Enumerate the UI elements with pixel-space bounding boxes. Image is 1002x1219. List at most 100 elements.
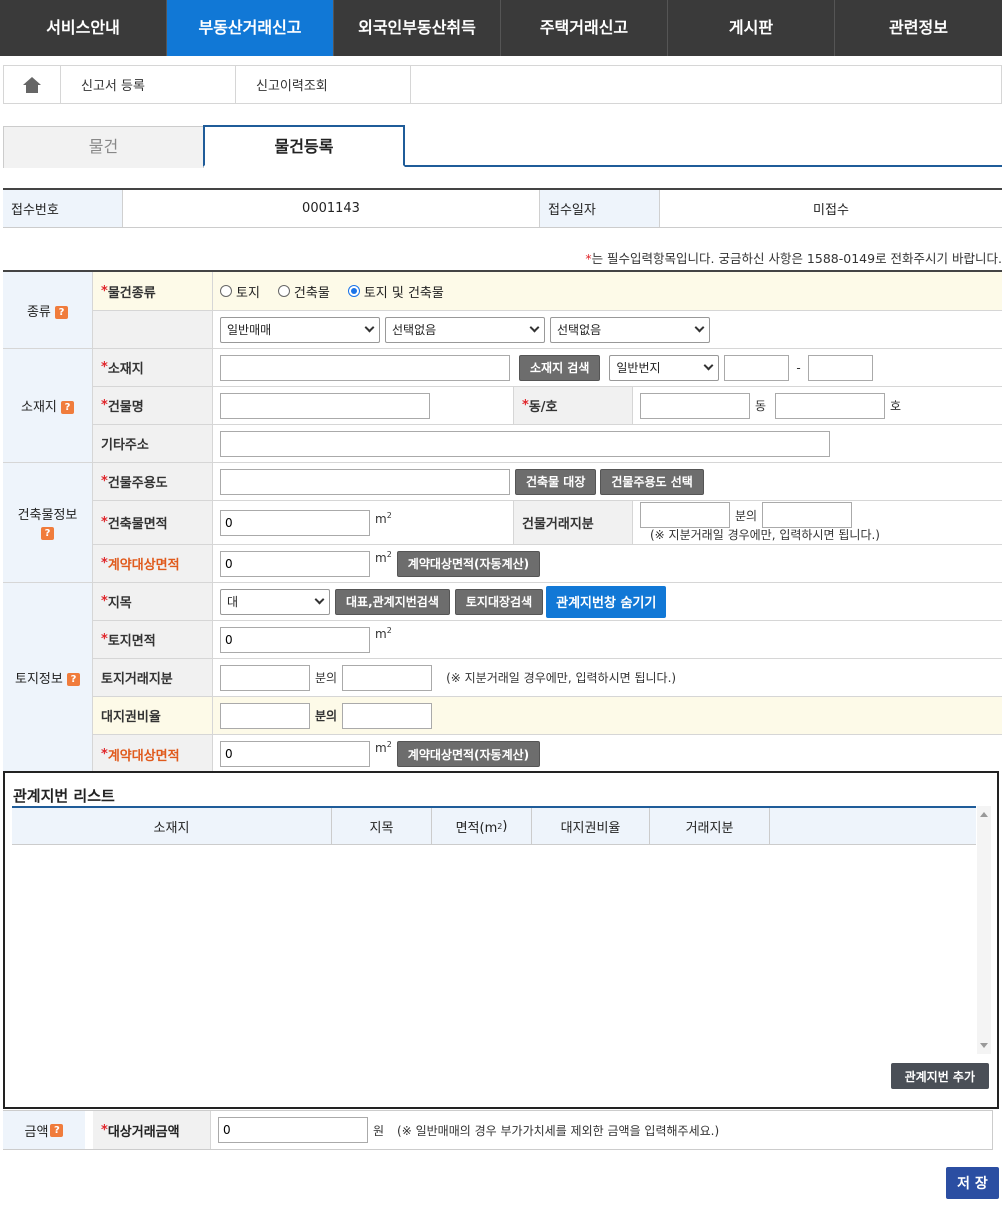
dong-input[interactable] [640, 392, 750, 419]
building-name-label: * 건물명 [93, 387, 213, 424]
trade-type-cell: 일반매매 선택없음 선택없음 [213, 311, 1002, 348]
help-icon[interactable]: ? [55, 305, 69, 319]
land-area-input[interactable] [220, 626, 370, 653]
row-land-area: *토지면적 m2 [93, 621, 1002, 659]
ho-input[interactable] [775, 392, 886, 419]
land-auto-calc-button[interactable]: 계약대상면적(자동계산) [396, 741, 541, 767]
etc-address-cell [213, 425, 1002, 462]
home-button[interactable] [4, 66, 61, 103]
sub-type-select-1[interactable]: 선택없음 [385, 316, 545, 343]
scroll-down-icon[interactable] [980, 1043, 988, 1048]
radio-circle [277, 285, 290, 297]
trade-amount-label: * 대상거래금액 [93, 1111, 211, 1149]
sub-type-select-2[interactable]: 선택없음 [550, 316, 710, 343]
trade-type-select[interactable]: 일반매매 [220, 316, 380, 343]
ho-unit: 호 [890, 399, 902, 413]
land-share-denominator-input[interactable] [220, 664, 310, 691]
address-cell: 소재지 검색 일반번지 - [213, 349, 1002, 386]
lot-dash: - [796, 360, 801, 375]
nav-item-housing-report[interactable]: 주택거래신고 [501, 0, 668, 56]
building-contract-area-input[interactable] [220, 550, 370, 577]
row-building-use: * 건물주용도 건축물 대장 건물주용도 선택 [93, 463, 1002, 501]
lot-sub-number-input[interactable] [807, 354, 873, 381]
land-contract-area-label: * 계약대상면적 [93, 735, 213, 773]
hide-related-lots-button[interactable]: 관계지번창 숨기기 [546, 585, 667, 618]
radio-land[interactable]: 토지 [220, 282, 260, 301]
land-register-search-button[interactable]: 토지대장검색 [454, 588, 544, 615]
add-related-lot-button[interactable]: 관계지번 추가 [890, 1063, 989, 1089]
list-scrollbar[interactable] [977, 806, 991, 1054]
etc-address-input[interactable] [220, 430, 830, 457]
building-contract-area-label: * 계약대상면적 [93, 545, 213, 582]
building-register-button[interactable]: 건축물 대장 [515, 468, 597, 495]
building-share-hint: (※ 지분거래일 경우에만, 입력하시면 됩니다.) [650, 528, 880, 542]
land-contract-area-input[interactable] [220, 741, 370, 767]
row-trade-type: 일반매매 선택없음 선택없음 [93, 311, 1002, 349]
scroll-up-icon[interactable] [980, 812, 988, 817]
address-input[interactable] [220, 354, 510, 381]
col-category: 지목 [332, 808, 432, 844]
land-right-denominator-input[interactable] [220, 702, 310, 729]
etc-address-label: 기타주소 [93, 425, 213, 462]
col-trade-share: 거래지분 [650, 808, 770, 844]
building-use-select-button[interactable]: 건물주용도 선택 [600, 468, 704, 495]
trade-amount-cell: 원 (※ 일반매매의 경우 부가가치세를 제외한 금액을 입력해주세요.) [211, 1111, 993, 1149]
building-share-numerator-input[interactable] [762, 502, 853, 528]
address-search-button[interactable]: 소재지 검색 [519, 354, 601, 381]
help-icon[interactable]: ? [41, 527, 54, 540]
building-share-label: 건물거래지분 [513, 501, 633, 544]
tab-property-register[interactable]: 물건등록 [203, 125, 405, 167]
nav-item-related-info[interactable]: 관련정보 [835, 0, 1002, 56]
building-area-label: * 건축물면적 [93, 501, 213, 544]
section-building: 건축물정보 ? [3, 463, 93, 583]
related-lots-panel: 관계지번 리스트 소재지 지목 면적(m 2) 대지권비율 거래지분 관계지번 추… [3, 771, 999, 1109]
trade-amount-input[interactable] [218, 1117, 368, 1143]
rep-lot-search-button[interactable]: 대표,관계지번검색 [335, 588, 450, 615]
building-share-denominator-input[interactable] [640, 502, 730, 528]
land-contract-area-cell: m2 계약대상면적(자동계산) [213, 735, 1002, 773]
submenu-history[interactable]: 신고이력조회 [236, 66, 411, 103]
dong-ho-cell: 동 호 [633, 387, 1002, 424]
building-use-label: * 건물주용도 [93, 463, 213, 500]
col-area: 면적(m 2) [432, 808, 532, 844]
nav-item-service[interactable]: 서비스안내 [0, 0, 167, 56]
section-amount-label: 금액 [24, 1124, 49, 1140]
submenu-register[interactable]: 신고서 등록 [61, 66, 236, 103]
property-type-label: * 물건종류 [93, 272, 213, 310]
col-land-right-ratio: 대지권비율 [532, 808, 650, 844]
nav-item-foreigner-acquisition[interactable]: 외국인부동산취득 [334, 0, 501, 56]
land-share-numerator-input[interactable] [342, 664, 433, 691]
save-button[interactable]: 저 장 [946, 1167, 999, 1199]
radio-building[interactable]: 건축물 [277, 282, 330, 301]
lot-main-number-input[interactable] [724, 354, 790, 381]
lot-type-select[interactable]: 일반번지 [609, 354, 720, 381]
building-name-input[interactable] [220, 392, 430, 419]
help-icon[interactable]: ? [61, 401, 75, 414]
section-land: 토지정보 ? [3, 583, 93, 773]
land-share-hint: (※ 지분거래일 경우에만, 입력하시면 됩니다.) [446, 671, 677, 685]
radio-land-and-building[interactable]: 토지 및 건축물 [347, 282, 444, 301]
help-icon[interactable]: ? [66, 673, 80, 686]
area-unit: m2 [375, 740, 392, 755]
nav-item-real-estate-report[interactable]: 부동산거래신고 [167, 0, 334, 56]
land-area-label: * 토지면적 [93, 621, 213, 658]
building-auto-calc-button[interactable]: 계약대상면적(자동계산) [396, 550, 541, 577]
land-share-cell: 분의 (※ 지분거래일 경우에만, 입력하시면 됩니다.) [213, 659, 1002, 696]
land-category-select[interactable]: 대 [220, 588, 330, 615]
tab-property[interactable]: 물건 [3, 126, 204, 168]
row-land-contract-area: *계약대상면적 m2 계약대상면적(자동계산) [93, 735, 1002, 773]
related-lots-table-header: 소재지 지목 면적(m 2) 대지권비율 거래지분 [12, 806, 976, 845]
section-location: 소재지 ? [3, 349, 93, 463]
help-icon[interactable]: ? [50, 1123, 64, 1137]
address-label: * 소재지 [93, 349, 213, 386]
section-amount: 금액? [3, 1111, 93, 1149]
land-right-numerator-input[interactable] [342, 702, 433, 729]
building-use-input[interactable] [220, 468, 510, 495]
building-name-cell [213, 387, 513, 424]
row-land-category: * 지목 대 대표,관계지번검색 토지대장검색 관계지번창 숨기기 [93, 583, 1002, 621]
building-area-input[interactable] [220, 509, 370, 536]
nav-item-board[interactable]: 게시판 [668, 0, 835, 56]
section-location-label: 소재지 [20, 400, 57, 415]
section-land-label: 토지정보 [15, 672, 63, 687]
area-unit: m2 [375, 511, 392, 526]
